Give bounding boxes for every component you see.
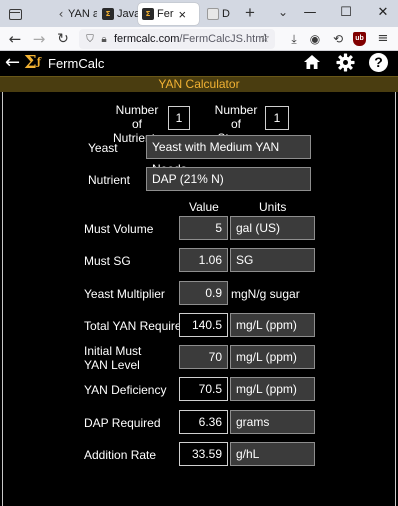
must-volume-unit-select[interactable]: gal (US) <box>230 216 315 240</box>
home-icon[interactable] <box>301 53 323 73</box>
calculator-panel: Number of Nutrients 1 Number of Stages 1… <box>2 92 396 506</box>
maximize-button[interactable]: ☐ <box>336 3 356 23</box>
stages-count-input[interactable]: 1 <box>265 106 289 130</box>
logo-sigma: Σ <box>24 52 37 73</box>
menu-icon[interactable]: ≡ <box>374 29 392 49</box>
close-window-button[interactable]: ✕ <box>373 3 393 23</box>
yeast-multiplier-unit: mgN/g sugar <box>231 287 300 301</box>
yeast-label: Yeast <box>88 141 118 155</box>
browser-tab-strip: ‹ YAN a Σ JavaSc Σ Fer × D + ⌄ — ☐ ✕ <box>0 0 398 27</box>
browser-tab-document[interactable]: D <box>203 3 239 25</box>
app-header: ← Σƒ FermCalc ? <box>0 51 398 76</box>
tab-label: Fer <box>157 8 174 20</box>
initial-must-yan-label: Initial Must YAN Level <box>84 344 142 372</box>
fermcalc-icon: Σ <box>102 8 114 20</box>
fermcalc-icon: Σ <box>142 8 154 20</box>
value-column-header: Value <box>189 200 219 214</box>
chevron-down-icon[interactable]: ⌄ <box>278 5 288 19</box>
yeast-select[interactable]: Yeast with Medium YAN Needs <box>146 135 311 176</box>
bookmark-star-icon[interactable]: ☆ <box>259 31 270 45</box>
tab-list-icon[interactable] <box>6 5 24 23</box>
calculator-title: YAN Calculator <box>158 77 240 91</box>
yeast-multiplier-label: Yeast Multiplier <box>84 287 165 301</box>
back-arrow-icon[interactable]: ← <box>5 52 20 74</box>
initial-must-yan-unit-select[interactable]: mg/L (ppm) <box>230 345 315 369</box>
downloads-icon[interactable]: ⤓ <box>285 29 303 49</box>
must-volume-input[interactable]: 5 <box>179 216 228 240</box>
gear-icon[interactable] <box>334 53 356 73</box>
history-icon[interactable]: ⟲ <box>329 29 347 49</box>
addition-rate-label: Addition Rate <box>84 448 157 462</box>
nutrient-select[interactable]: DAP (21% N) <box>146 167 311 191</box>
yeast-multiplier-input[interactable]: 0.9 <box>179 281 228 305</box>
browser-tab-fermcalc[interactable]: Σ Fer × <box>138 3 199 25</box>
tab-label: D <box>222 8 230 20</box>
dap-required-output: 6.36 <box>179 410 228 434</box>
nutrient-label: Nutrient <box>88 173 131 187</box>
calculator-title-bar: YAN Calculator <box>0 76 398 92</box>
forward-button[interactable]: → <box>29 29 49 49</box>
back-icon: ‹ <box>58 7 64 21</box>
browser-tab-javascript[interactable]: Σ JavaSc <box>98 3 138 25</box>
help-icon[interactable]: ? <box>369 53 388 72</box>
nutrients-count-input[interactable]: 1 <box>168 106 190 130</box>
tab-label: JavaSc <box>117 8 138 20</box>
addition-rate-output: 33.59 <box>179 442 228 466</box>
logo-sub: ƒ <box>36 57 42 68</box>
total-yan-required-output: 140.5 <box>179 313 228 337</box>
url-domain: fermcalc.com <box>114 33 180 45</box>
url-path: /FermCalcJS.html <box>179 33 267 45</box>
must-sg-input[interactable]: 1.06 <box>179 248 228 272</box>
yan-deficiency-unit-select[interactable]: mg/L (ppm) <box>230 377 315 401</box>
ublock-icon[interactable]: ub <box>353 32 366 46</box>
addition-rate-unit-select[interactable]: g/hL <box>230 442 315 466</box>
shield-icon[interactable]: ⛉ <box>83 34 97 45</box>
must-sg-label: Must SG <box>84 254 131 268</box>
must-sg-unit-select[interactable]: SG <box>230 248 315 272</box>
total-yan-required-label: Total YAN Required <box>84 319 189 333</box>
total-yan-unit-select[interactable]: mg/L (ppm) <box>230 313 315 337</box>
back-button[interactable]: ← <box>5 29 25 49</box>
yan-deficiency-output: 70.5 <box>179 377 228 401</box>
new-tab-button[interactable]: + <box>245 4 255 22</box>
document-icon <box>207 8 219 20</box>
tab-label: YAN a <box>68 8 97 20</box>
lock-icon[interactable]: 🔒︎ <box>97 34 111 45</box>
app-title: FermCalc <box>48 56 105 71</box>
browser-toolbar: ← → ↻ ⛉ 🔒︎ fermcalc.com/FermCalcJS.html … <box>0 27 398 51</box>
close-tab-icon[interactable]: × <box>179 8 187 21</box>
dap-required-label: DAP Required <box>84 416 161 430</box>
address-bar[interactable]: ⛉ 🔒︎ fermcalc.com/FermCalcJS.html ☆ <box>79 29 275 49</box>
fermcalc-logo: Σƒ <box>24 53 41 73</box>
yan-deficiency-label: YAN Deficiency <box>84 383 167 397</box>
initial-must-yan-input[interactable]: 70 <box>179 345 228 369</box>
browser-tab-yan[interactable]: ‹ YAN a <box>53 3 97 25</box>
must-volume-label: Must Volume <box>84 222 154 236</box>
minimize-button[interactable]: — <box>300 3 320 23</box>
url-text: fermcalc.com/FermCalcJS.html <box>114 33 267 45</box>
account-icon[interactable]: ◉ <box>306 29 324 49</box>
reload-button[interactable]: ↻ <box>53 29 73 49</box>
units-column-header: Units <box>259 200 287 214</box>
dap-required-unit-select[interactable]: grams <box>230 410 315 434</box>
